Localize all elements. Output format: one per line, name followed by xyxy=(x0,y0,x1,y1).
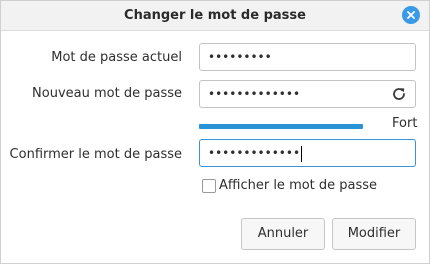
password-strength-fill xyxy=(199,124,363,129)
new-password-label: Nouveau mot de passe xyxy=(32,86,182,101)
change-password-dialog: Changer le mot de passe Mot de passe act… xyxy=(0,0,430,264)
confirm-password-value: ••••••••••••• xyxy=(208,146,301,160)
dialog-title: Changer le mot de passe xyxy=(124,8,306,23)
refresh-icon[interactable] xyxy=(390,85,408,103)
show-password-label[interactable]: Afficher le mot de passe xyxy=(219,178,377,193)
current-password-label: Mot de passe actuel xyxy=(51,50,182,65)
new-password-value: ••••••••••••• xyxy=(208,87,301,101)
title-bar: Changer le mot de passe xyxy=(1,1,429,31)
confirm-password-field[interactable]: ••••••••••••• xyxy=(199,139,416,167)
show-password-checkbox[interactable] xyxy=(202,179,216,193)
modify-button[interactable]: Modifier xyxy=(332,218,416,250)
close-button[interactable] xyxy=(402,6,420,24)
close-icon xyxy=(407,11,415,19)
confirm-password-label: Confirmer le mot de passe xyxy=(9,147,182,162)
text-caret xyxy=(301,145,303,162)
cancel-button[interactable]: Annuler xyxy=(241,218,325,250)
password-strength-label: Fort xyxy=(392,116,418,131)
password-strength-bar xyxy=(199,124,363,129)
new-password-field[interactable]: ••••••••••••• xyxy=(199,80,416,108)
current-password-field[interactable]: ••••••••• xyxy=(199,43,416,71)
